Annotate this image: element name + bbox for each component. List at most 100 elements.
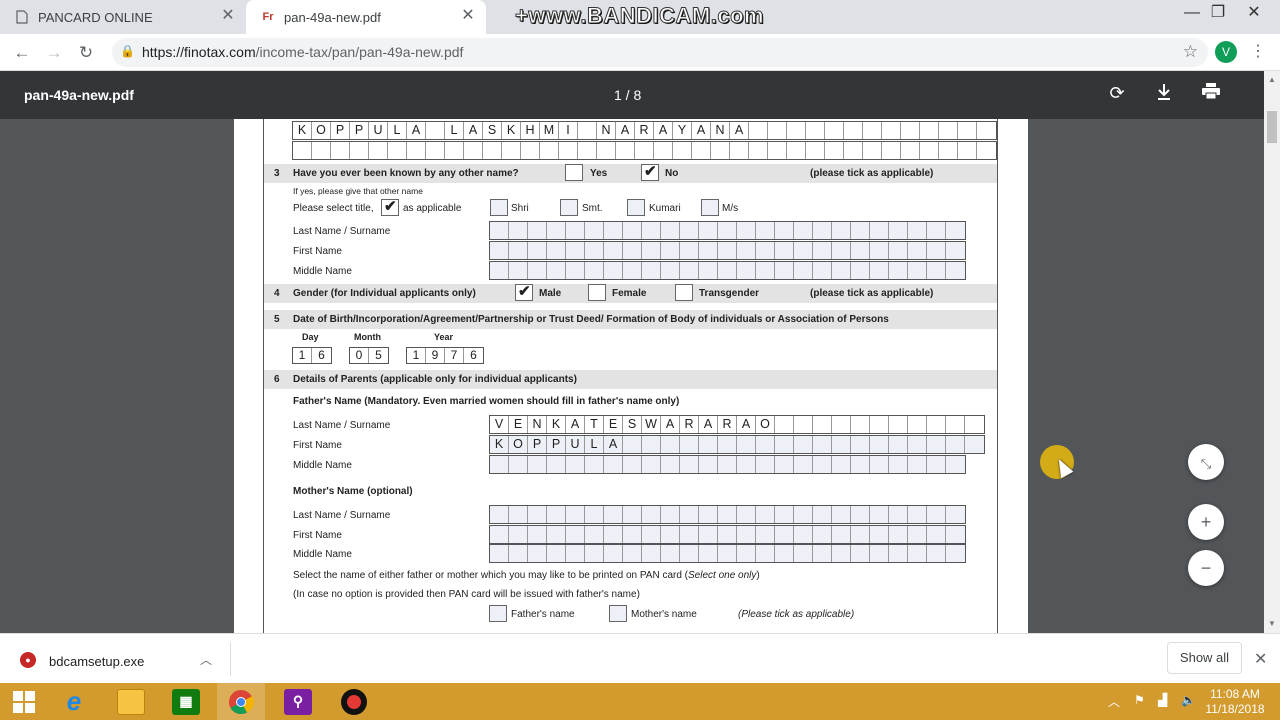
char-cell: V	[490, 416, 509, 433]
q3-middle-grid[interactable]	[489, 261, 966, 280]
tab-pan-pdf[interactable]: Fr pan-49a-new.pdf ✕	[246, 0, 486, 34]
char-cell	[851, 456, 870, 473]
chevron-up-icon[interactable]: ︿	[200, 651, 212, 668]
reload-icon[interactable]: ↻	[74, 41, 98, 65]
window-close-icon[interactable]: ✕	[1238, 0, 1270, 30]
profile-avatar[interactable]: V	[1215, 41, 1237, 63]
close-icon[interactable]: ✕	[1254, 649, 1267, 669]
address-bar-row: ← → ↻ 🔒 https://finotax.com/income-tax/p…	[0, 34, 1280, 71]
char-cell	[939, 142, 958, 159]
title-smt-checkbox[interactable]	[560, 199, 578, 216]
char-cell	[908, 262, 927, 279]
print-icon[interactable]	[1199, 83, 1223, 104]
title-shri-label: Shri	[511, 203, 529, 214]
fit-page-button[interactable]: ⤡	[1188, 444, 1224, 480]
char-cell	[737, 222, 756, 239]
rotate-icon[interactable]: ⟳	[1105, 83, 1129, 104]
char-cell	[908, 526, 927, 543]
download-item[interactable]: bdcamsetup.exe	[49, 654, 144, 669]
char-cell	[699, 526, 718, 543]
char-cell	[680, 545, 699, 562]
q5-question: Date of Birth/Incorporation/Agreement/Pa…	[293, 314, 889, 325]
char-cell	[927, 416, 946, 433]
zoom-out-button[interactable]: −	[1188, 550, 1224, 586]
back-icon[interactable]: ←	[10, 41, 34, 65]
char-cell	[908, 242, 927, 259]
volume-icon[interactable]: 🔈	[1181, 693, 1196, 707]
dob-day-field[interactable]: 16	[292, 347, 332, 364]
q3-last-grid[interactable]	[489, 221, 966, 240]
start-button[interactable]	[0, 683, 48, 720]
title-ms-checkbox[interactable]	[701, 199, 719, 216]
dob-year-field[interactable]: 1976	[406, 347, 484, 364]
name-grid-row1: KOPPULALASKHMINARAYANA	[292, 121, 997, 140]
char-cell	[756, 526, 775, 543]
char-cell	[908, 416, 927, 433]
title-shri-checkbox[interactable]	[490, 199, 508, 216]
father-middle-grid[interactable]	[489, 455, 966, 474]
mother-last-grid[interactable]	[489, 505, 966, 524]
mother-first-grid[interactable]	[489, 525, 966, 544]
scroll-down-icon[interactable]: ▼	[1268, 619, 1276, 628]
father-last-grid[interactable]: VENKATESWARARAO	[489, 415, 985, 434]
gender-female-checkbox[interactable]	[588, 284, 606, 301]
download-icon[interactable]	[1152, 83, 1176, 106]
network-icon[interactable]: ▟	[1158, 693, 1167, 707]
title-kumari-label: Kumari	[649, 203, 681, 214]
restore-icon[interactable]: ❐	[1202, 0, 1234, 30]
char-cell	[642, 456, 661, 473]
close-icon[interactable]: ✕	[460, 8, 476, 24]
tab-pancard-online[interactable]: PANCARD ONLINE ✕	[0, 0, 246, 34]
gender-transgender-checkbox[interactable]	[675, 284, 693, 301]
char-cell	[946, 456, 965, 473]
show-all-button[interactable]: Show all	[1167, 642, 1242, 674]
char-cell	[920, 122, 939, 139]
char-cell	[939, 122, 958, 139]
gender-male-checkbox[interactable]: ✔	[515, 283, 533, 301]
mother-option-checkbox[interactable]	[609, 605, 627, 622]
close-icon[interactable]: ✕	[220, 8, 236, 24]
tray-chevron-icon[interactable]: ︿	[1108, 693, 1120, 710]
q3-title-checkbox[interactable]: ✔	[381, 198, 399, 216]
dob-month-field[interactable]: 05	[349, 347, 389, 364]
char-cell: U	[566, 436, 585, 453]
fit-icon: ⤡	[1200, 456, 1212, 471]
char-cell	[908, 506, 927, 523]
zoom-in-button[interactable]: +	[1188, 504, 1224, 540]
father-first-grid[interactable]: KOPPULA	[489, 435, 985, 454]
char-cell	[566, 242, 585, 259]
char-cell: K	[490, 436, 509, 453]
char-cell	[699, 545, 718, 562]
char-cell	[901, 142, 920, 159]
taskbar-ie[interactable]: e	[50, 683, 98, 720]
char-cell	[965, 416, 984, 433]
q3-no-checkbox[interactable]: ✔	[641, 163, 659, 181]
char-cell	[768, 122, 787, 139]
taskbar-store[interactable]: ▦	[162, 683, 210, 720]
flag-icon[interactable]: ⚑	[1134, 693, 1145, 707]
q6-number: 6	[274, 374, 280, 385]
bookmark-star-icon[interactable]: ☆	[1183, 42, 1198, 62]
char-cell	[623, 436, 642, 453]
taskbar-explorer[interactable]	[107, 683, 155, 720]
char-cell	[540, 142, 559, 159]
forward-icon[interactable]: →	[42, 41, 66, 65]
q3-first-grid[interactable]	[489, 241, 966, 260]
taskbar-chrome[interactable]	[217, 683, 265, 720]
father-option-checkbox[interactable]	[489, 605, 507, 622]
clock[interactable]: 11:08 AM 11/18/2018	[1200, 687, 1270, 717]
taskbar-search-app[interactable]: ⚲	[274, 683, 322, 720]
taskbar-bandicam[interactable]	[330, 683, 378, 720]
char-cell	[813, 456, 832, 473]
title-kumari-checkbox[interactable]	[627, 199, 645, 216]
char-cell	[547, 506, 566, 523]
q3-yes-checkbox[interactable]	[565, 164, 583, 181]
scroll-thumb[interactable]	[1267, 111, 1277, 143]
mother-middle-grid[interactable]	[489, 544, 966, 563]
char-cell	[661, 222, 680, 239]
char-cell	[737, 526, 756, 543]
url-input[interactable]: 🔒 https://finotax.com/income-tax/pan/pan…	[112, 38, 1208, 67]
menu-icon[interactable]: ⋮	[1250, 41, 1266, 63]
scroll-up-icon[interactable]: ▲	[1268, 75, 1276, 84]
scrollbar[interactable]: ▲ ▼	[1264, 71, 1280, 633]
